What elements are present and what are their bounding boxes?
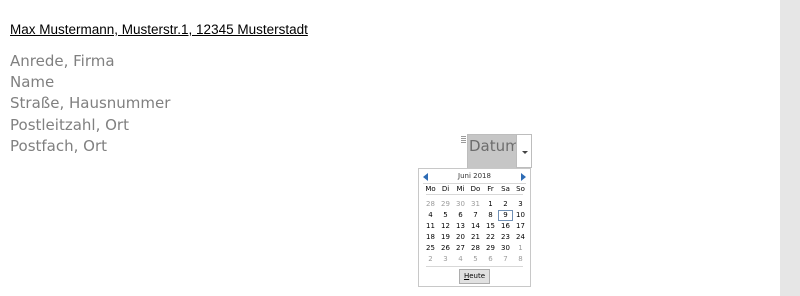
calendar-day[interactable]: 5	[438, 210, 453, 221]
address-line-salutation[interactable]: Anrede, Firma	[10, 51, 170, 72]
calendar-day[interactable]: 5	[468, 254, 483, 265]
weekday-divider	[426, 194, 523, 195]
calendar-day[interactable]: 4	[453, 254, 468, 265]
vertical-scrollbar[interactable]	[780, 0, 800, 296]
calendar-day[interactable]: 30	[453, 199, 468, 210]
calendar-day[interactable]: 23	[498, 232, 513, 243]
calendar-day[interactable]: 26	[438, 243, 453, 254]
calendar-day[interactable]: 24	[513, 232, 528, 243]
date-dropdown-button[interactable]	[516, 134, 532, 168]
address-line-street[interactable]: Straße, Hausnummer	[10, 93, 170, 114]
calendar-day[interactable]: 16	[498, 221, 513, 232]
today-button-label: eute	[469, 272, 486, 280]
header-divider	[423, 183, 526, 184]
weekday-label: Sa	[501, 185, 510, 193]
calendar-day[interactable]: 12	[438, 221, 453, 232]
calendar-day[interactable]: 4	[423, 210, 438, 221]
weekday-label: So	[516, 185, 525, 193]
calendar-day[interactable]: 31	[468, 199, 483, 210]
day-grid: 28 29 30 31 1 2 3 4 5 6 7 8 9 10 11 12 13 14 15 16 17 18 19 20 2…	[423, 199, 528, 265]
calendar-day[interactable]: 19	[438, 232, 453, 243]
calendar-popup: Juni 2018 Mo Di Mi Do Fr Sa So 28 29 30 31 1 2 3 4 5 6 7…	[418, 168, 531, 287]
content-control-handle[interactable]	[461, 136, 466, 144]
calendar-day[interactable]: 6	[453, 210, 468, 221]
calendar-day[interactable]: 8	[513, 254, 528, 265]
address-block: Anrede, Firma Name Straße, Hausnummer Po…	[10, 51, 170, 157]
calendar-day-selected[interactable]: 9	[498, 210, 513, 221]
calendar-day[interactable]: 7	[498, 254, 513, 265]
calendar-day[interactable]: 29	[438, 199, 453, 210]
calendar-day[interactable]: 1	[483, 199, 498, 210]
calendar-day[interactable]: 30	[498, 243, 513, 254]
footer-divider	[426, 266, 523, 267]
address-line-pobox[interactable]: Postfach, Ort	[10, 136, 170, 157]
calendar-day[interactable]: 1	[513, 243, 528, 254]
month-title: Juni 2018	[458, 172, 491, 180]
calendar-day[interactable]: 18	[423, 232, 438, 243]
sender-line: Max Mustermann, Musterstr.1, 12345 Muste…	[10, 22, 308, 37]
address-line-name[interactable]: Name	[10, 72, 170, 93]
weekday-label: Di	[441, 185, 450, 193]
date-picker-field[interactable]: Datum	[467, 134, 520, 170]
calendar-day[interactable]: 17	[513, 221, 528, 232]
calendar-day[interactable]: 7	[468, 210, 483, 221]
chevron-down-icon	[522, 151, 528, 154]
calendar-day[interactable]: 2	[498, 199, 513, 210]
calendar-day[interactable]: 3	[438, 254, 453, 265]
weekday-label: Fr	[487, 185, 494, 193]
calendar-day[interactable]: 20	[453, 232, 468, 243]
calendar-day[interactable]: 28	[468, 243, 483, 254]
arrow-right-icon[interactable]	[521, 173, 526, 181]
calendar-day[interactable]: 3	[513, 199, 528, 210]
calendar-day[interactable]: 25	[423, 243, 438, 254]
calendar-day[interactable]: 22	[483, 232, 498, 243]
address-line-postal-city[interactable]: Postleitzahl, Ort	[10, 115, 170, 136]
calendar-day[interactable]: 6	[483, 254, 498, 265]
date-placeholder: Datum	[469, 137, 520, 155]
calendar-day[interactable]: 8	[483, 210, 498, 221]
weekday-label: Mi	[456, 185, 465, 193]
weekday-label: Do	[470, 185, 481, 193]
calendar-day[interactable]: 28	[423, 199, 438, 210]
calendar-day[interactable]: 27	[453, 243, 468, 254]
calendar-day[interactable]: 21	[468, 232, 483, 243]
calendar-header: Juni 2018	[419, 171, 530, 182]
calendar-day[interactable]: 11	[423, 221, 438, 232]
calendar-day[interactable]: 2	[423, 254, 438, 265]
calendar-day[interactable]: 10	[513, 210, 528, 221]
today-button[interactable]: Heute	[459, 269, 490, 284]
calendar-day[interactable]: 14	[468, 221, 483, 232]
calendar-day[interactable]: 29	[483, 243, 498, 254]
weekday-label: Mo	[425, 185, 436, 193]
calendar-day[interactable]: 15	[483, 221, 498, 232]
calendar-day[interactable]: 13	[453, 221, 468, 232]
document-page: Max Mustermann, Musterstr.1, 12345 Muste…	[0, 0, 780, 296]
